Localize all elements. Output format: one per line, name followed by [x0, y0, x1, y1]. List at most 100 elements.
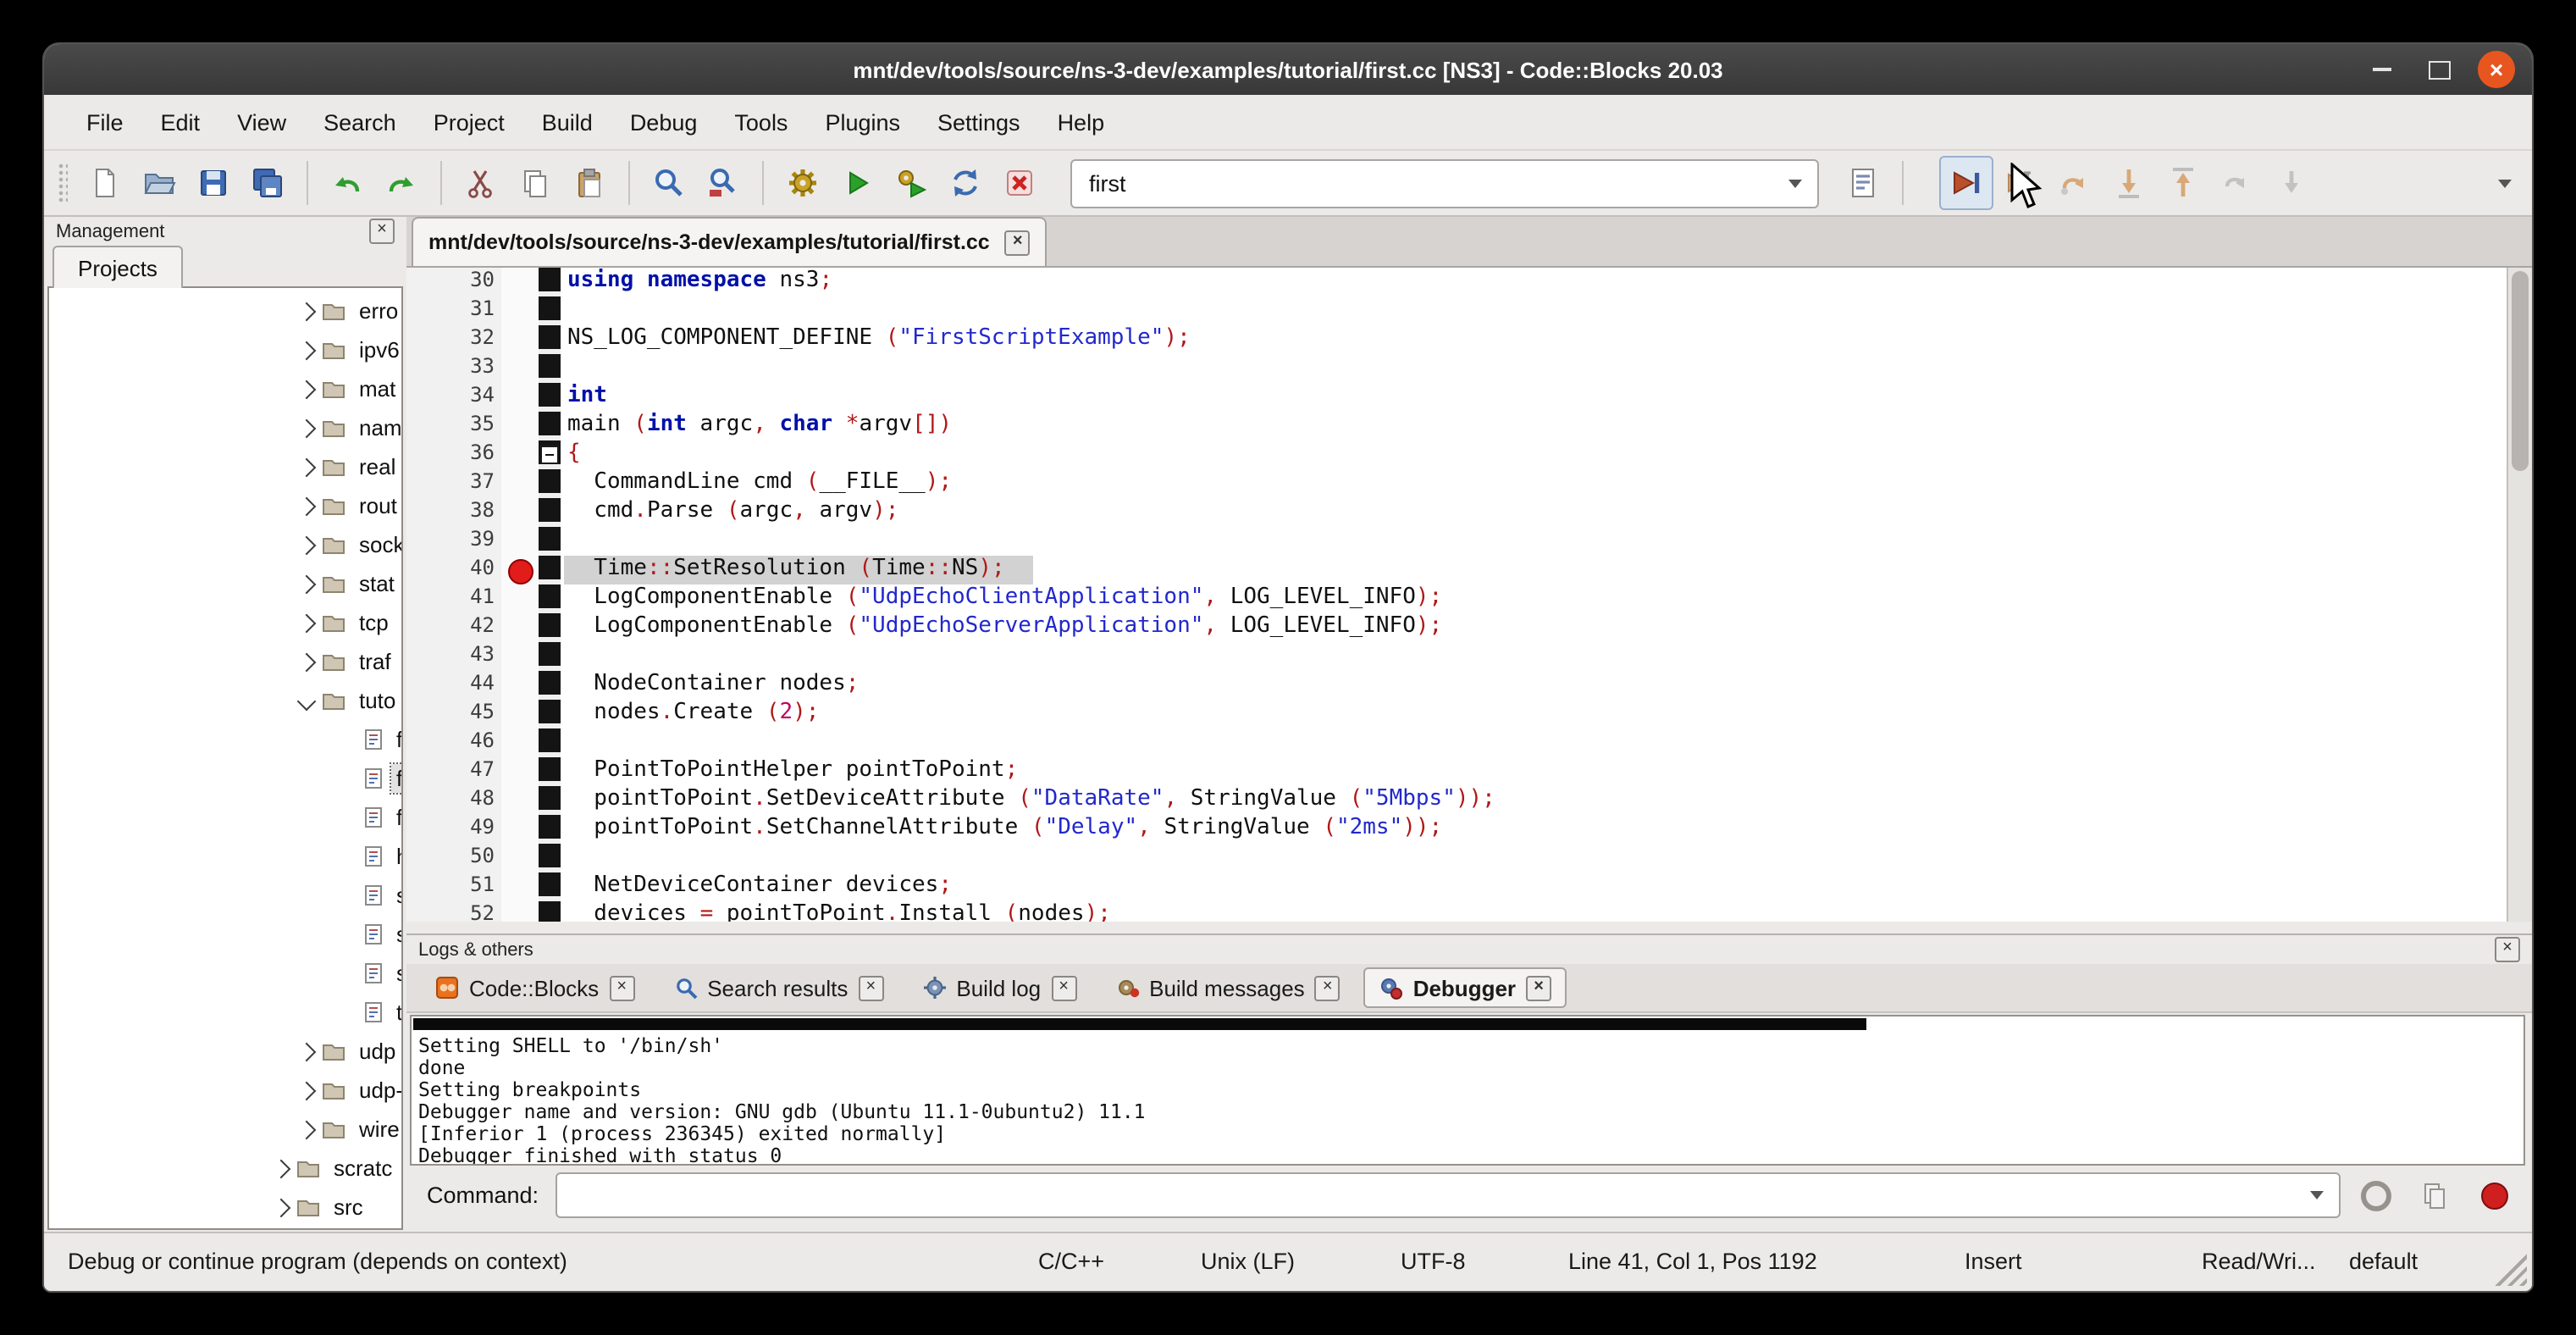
chevron-right-icon[interactable] — [297, 535, 317, 555]
build-and-run-button[interactable] — [884, 156, 938, 210]
chevron-right-icon[interactable] — [272, 1198, 291, 1217]
close-button[interactable]: × — [2478, 51, 2515, 88]
title-bar[interactable]: mnt/dev/tools/source/ns-3-dev/examples/t… — [44, 44, 2532, 95]
paste-button[interactable] — [562, 156, 616, 210]
fold-open-marker[interactable] — [540, 446, 559, 464]
fold-margin[interactable] — [539, 268, 561, 922]
code-line-45[interactable]: nodes.Create (2); — [567, 700, 819, 728]
breakpoint-marker[interactable] — [508, 559, 533, 584]
logs-tab-close-icon[interactable]: × — [858, 975, 883, 1000]
tree-item-th[interactable]: th — [49, 993, 403, 1032]
menu-item-edit[interactable]: Edit — [142, 101, 219, 143]
command-chevron-down-icon[interactable] — [2310, 1191, 2324, 1199]
editor-vertical-scrollbar[interactable] — [2507, 268, 2532, 922]
step-into-button[interactable] — [2102, 156, 2156, 210]
save-all-button[interactable] — [240, 156, 295, 210]
debugger-copy-button[interactable] — [2410, 1173, 2459, 1217]
tree-item-nam[interactable]: nam — [49, 408, 403, 447]
search-options-button[interactable] — [1836, 156, 1890, 210]
code-line-30[interactable]: using namespace ns3; — [567, 268, 832, 296]
menu-item-plugins[interactable]: Plugins — [806, 101, 919, 143]
editor-logs-splitter[interactable] — [406, 922, 2532, 933]
chevron-right-icon[interactable] — [297, 1120, 317, 1139]
step-into-instruction-button[interactable] — [2264, 156, 2319, 210]
code-line-34[interactable]: int — [567, 383, 607, 412]
tree-item-erro[interactable]: erro — [49, 291, 403, 330]
code-line-48[interactable]: pointToPoint.SetDeviceAttribute ("DataRa… — [567, 786, 1495, 815]
tree-item-sock[interactable]: sock — [49, 525, 403, 564]
code-line-37[interactable]: CommandLine cmd (__FILE__); — [567, 469, 952, 498]
tree-item-real[interactable]: real — [49, 447, 401, 486]
undo-button[interactable] — [320, 156, 374, 210]
debug-continue-button[interactable] — [1939, 156, 1993, 210]
new-file-button[interactable] — [78, 156, 132, 210]
code-line-44[interactable]: NodeContainer nodes; — [567, 671, 859, 700]
chevron-right-icon[interactable] — [297, 574, 317, 594]
menu-item-search[interactable]: Search — [305, 101, 415, 143]
tree-item-se[interactable]: se — [49, 915, 403, 954]
tree-item-udp-[interactable]: udp- — [49, 1071, 403, 1110]
chevron-right-icon[interactable] — [297, 302, 317, 321]
chevron-right-icon[interactable] — [297, 652, 317, 672]
toolbar-grip[interactable] — [58, 163, 68, 203]
logs-tab-build-messages[interactable]: Build messages× — [1100, 967, 1356, 1008]
breakpoint-margin[interactable] — [501, 268, 539, 922]
code-line-35[interactable]: main (int argc, char *argv[]) — [567, 412, 952, 440]
menu-item-debug[interactable]: Debug — [611, 101, 716, 143]
save-button[interactable] — [186, 156, 240, 210]
chevron-right-icon[interactable] — [297, 418, 317, 438]
cut-button[interactable] — [454, 156, 508, 210]
tree-item-he[interactable]: he — [49, 837, 403, 876]
scrollbar-thumb[interactable] — [2512, 271, 2529, 471]
tree-item-tuto[interactable]: tuto — [49, 681, 401, 720]
copy-button[interactable] — [508, 156, 562, 210]
tree-item-src[interactable]: src — [49, 1188, 368, 1227]
code-line-49[interactable]: pointToPoint.SetChannelAttribute ("Delay… — [567, 815, 1442, 844]
debugger-attach-button[interactable] — [2351, 1173, 2400, 1217]
tree-item-stat[interactable]: stat — [49, 564, 400, 603]
minimize-button[interactable] — [2363, 51, 2400, 88]
code-line-41[interactable]: LogComponentEnable ("UdpEchoClientApplic… — [567, 584, 1442, 613]
toolbar-overflow-chevron-icon[interactable] — [2498, 179, 2512, 187]
menu-item-settings[interactable]: Settings — [919, 101, 1039, 143]
code-line-36[interactable]: { — [567, 440, 581, 469]
next-line-button[interactable] — [2048, 156, 2102, 210]
logs-tab-close-icon[interactable]: × — [609, 975, 634, 1000]
menu-item-project[interactable]: Project — [415, 101, 523, 143]
tree-item-six[interactable]: six — [49, 954, 403, 993]
tree-item-tcp[interactable]: tcp — [49, 603, 394, 642]
run-button[interactable] — [830, 156, 884, 210]
code-line-42[interactable]: LogComponentEnable ("UdpEchoServerApplic… — [567, 613, 1442, 642]
tree-item-rout[interactable]: rout — [49, 486, 402, 525]
tree-item-ipv6[interactable]: ipv6 — [49, 330, 403, 369]
chevron-right-icon[interactable] — [297, 613, 317, 633]
abort-button[interactable] — [992, 156, 1047, 210]
chevron-right-icon[interactable] — [297, 496, 317, 516]
code-line-51[interactable]: NetDeviceContainer devices; — [567, 872, 952, 901]
logs-tab-close-icon[interactable]: × — [1526, 975, 1551, 1000]
step-out-button[interactable] — [2156, 156, 2210, 210]
code-line-40[interactable]: Time::SetResolution (Time::NS); — [567, 556, 1005, 584]
tree-item-scratc[interactable]: scratc — [49, 1149, 397, 1188]
chevron-down-icon[interactable] — [297, 691, 317, 711]
logs-tab-search-results[interactable]: Search results× — [658, 967, 898, 1008]
tree-item-fo[interactable]: fo — [49, 798, 403, 837]
debugger-log-output[interactable]: Setting SHELL to '/bin/sh'doneSetting br… — [410, 1015, 2525, 1166]
logs-close-icon[interactable]: × — [2495, 937, 2520, 962]
tree-item-udp[interactable]: udp — [49, 1032, 401, 1071]
logs-tab-code-blocks[interactable]: Code::Blocks× — [420, 967, 650, 1008]
chevron-right-icon[interactable] — [297, 1081, 317, 1100]
tree-item-traf[interactable]: traf — [49, 642, 396, 681]
code-line-52[interactable]: devices = pointToPoint.Install (nodes); — [567, 901, 1111, 922]
incremental-search-combo[interactable]: first — [1070, 158, 1819, 208]
resize-grip[interactable] — [2493, 1252, 2527, 1286]
tree-item-wire[interactable]: wire — [49, 1110, 403, 1149]
editor-tab-first-cc[interactable]: mnt/dev/tools/source/ns-3-dev/examples/t… — [412, 217, 1048, 266]
rebuild-button[interactable] — [938, 156, 992, 210]
code-line-32[interactable]: NS_LOG_COMPONENT_DEFINE ("FirstScriptExa… — [567, 325, 1191, 354]
menu-item-file[interactable]: File — [68, 101, 142, 143]
tree-item-mat[interactable]: mat — [49, 369, 401, 408]
menu-item-build[interactable]: Build — [523, 101, 611, 143]
menu-item-view[interactable]: View — [218, 101, 305, 143]
chevron-right-icon[interactable] — [272, 1159, 291, 1178]
